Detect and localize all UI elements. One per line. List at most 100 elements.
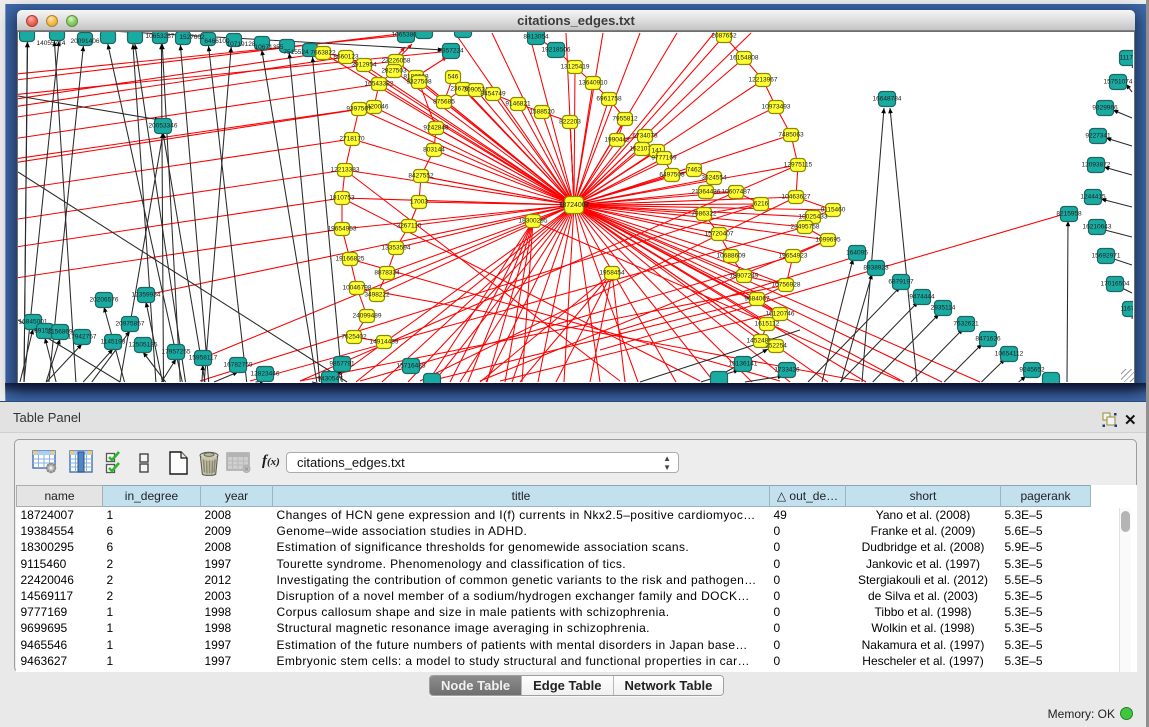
svg-text:2087652: 2087652 (711, 33, 737, 40)
svg-text:12213383: 12213383 (331, 167, 360, 174)
svg-text:9777169: 9777169 (651, 155, 677, 162)
svg-text:10607487: 10607487 (722, 189, 751, 196)
svg-text:15136141: 15136141 (729, 361, 758, 368)
svg-text:18724007: 18724007 (558, 202, 589, 209)
svg-text:3912954: 3912954 (351, 62, 377, 69)
svg-text:10463627: 10463627 (782, 194, 811, 201)
svg-text:12505135: 12505135 (129, 342, 158, 349)
svg-text:164095: 164095 (846, 250, 868, 257)
svg-text:17957255: 17957255 (162, 349, 191, 356)
svg-text:13125419: 13125419 (561, 64, 590, 71)
svg-text:8878334: 8878334 (374, 270, 400, 277)
svg-text:8813054: 8813054 (523, 34, 549, 41)
svg-text:252254: 252254 (765, 343, 787, 350)
svg-text:19654953: 19654953 (328, 226, 357, 233)
svg-text:12093872: 12093872 (1082, 162, 1111, 169)
svg-text:16782759: 16782759 (224, 362, 253, 369)
svg-text:20206576: 20206576 (90, 297, 119, 304)
svg-text:15958117: 15958117 (189, 355, 218, 362)
svg-text:1990443: 1990443 (604, 137, 630, 144)
svg-text:7357224: 7357224 (438, 48, 464, 55)
svg-text:12359934: 12359934 (132, 292, 161, 299)
svg-text:10654112: 10654112 (995, 351, 1024, 358)
svg-text:18907249: 18907249 (730, 273, 759, 280)
svg-text:9329966: 9329966 (1092, 105, 1118, 112)
svg-text:23226058: 23226058 (382, 58, 411, 65)
svg-text:8454749: 8454749 (480, 91, 506, 98)
svg-text:9430547: 9430547 (317, 376, 343, 383)
svg-text:19218506: 19218506 (542, 47, 571, 54)
svg-text:12213967: 12213967 (749, 77, 778, 84)
svg-text:1099695: 1099695 (815, 237, 841, 244)
svg-text:16543382: 16543382 (365, 81, 394, 88)
svg-text:9245652: 9245652 (1019, 367, 1045, 374)
svg-text:9857791: 9857791 (329, 361, 355, 368)
svg-text:1615112: 1615112 (755, 321, 780, 328)
svg-text:1588520: 1588520 (529, 109, 555, 116)
svg-text:7955812: 7955812 (612, 116, 638, 123)
svg-text:13353594: 13353594 (382, 245, 411, 252)
svg-text:6734078: 6734078 (632, 133, 658, 140)
svg-text:14055714: 14055714 (37, 40, 66, 47)
svg-text:16648784: 16648784 (873, 96, 902, 103)
svg-text:12823446: 12823446 (251, 371, 280, 378)
svg-text:1733426: 1733426 (774, 367, 800, 374)
svg-text:23495758: 23495758 (791, 224, 820, 231)
svg-text:1145193: 1145193 (101, 339, 126, 346)
svg-text:9146821: 9146821 (505, 101, 531, 108)
svg-text:17016504: 17016504 (1101, 281, 1130, 288)
svg-text:9227341: 9227341 (1085, 133, 1111, 140)
svg-text:16154808: 16154808 (730, 55, 759, 62)
svg-text:7462: 7462 (687, 167, 702, 174)
svg-text:1958454: 1958454 (599, 270, 625, 277)
svg-text:1244415: 1244415 (1080, 194, 1106, 201)
svg-text:7663822: 7663822 (310, 50, 336, 57)
svg-text:1527602: 1527602 (179, 34, 205, 41)
svg-text:15692971: 15692971 (1092, 253, 1121, 260)
svg-text:15716485: 15716485 (397, 363, 426, 370)
svg-text:7632621: 7632621 (953, 321, 979, 328)
svg-text:822203: 822203 (559, 119, 581, 126)
svg-text:6879197: 6879197 (888, 279, 914, 286)
svg-text:15751074: 15751074 (1104, 79, 1133, 86)
svg-text:8215958: 8215958 (1056, 211, 1082, 218)
svg-text:6961758: 6961758 (596, 96, 622, 103)
svg-text:13640910: 13640910 (579, 80, 608, 87)
svg-text:7485063: 7485063 (778, 132, 804, 139)
svg-text:8471626: 8471626 (975, 336, 1001, 343)
svg-text:1810753: 1810753 (329, 195, 355, 202)
svg-text:19166825: 19166825 (336, 256, 365, 263)
svg-text:10046798: 10046798 (343, 285, 372, 292)
svg-text:10671355: 10671355 (255, 44, 284, 51)
svg-text:20091406: 20091406 (71, 38, 100, 45)
svg-text:18300295: 18300295 (519, 218, 548, 225)
svg-text:11170: 11170 (1119, 55, 1133, 62)
svg-text:17942757: 17942757 (68, 334, 97, 341)
svg-text:6216: 6216 (754, 201, 769, 208)
svg-text:9474444: 9474444 (909, 294, 935, 301)
svg-text:8427552: 8427552 (408, 173, 434, 180)
svg-text:10025433: 10025433 (799, 214, 828, 221)
svg-text:10688609: 10688609 (717, 253, 746, 260)
svg-text:2718170: 2718170 (339, 136, 365, 143)
svg-text:12975115: 12975115 (784, 162, 813, 169)
svg-text:17003: 17003 (410, 199, 428, 206)
svg-text:10973493: 10973493 (762, 104, 791, 111)
svg-text:3624554: 3624554 (701, 175, 727, 182)
svg-text:9242848: 9242848 (423, 125, 449, 132)
svg-text:875685: 875685 (433, 99, 455, 106)
svg-text:10653287: 10653287 (146, 33, 175, 40)
svg-text:9115460: 9115460 (821, 207, 846, 214)
svg-text:803144: 803144 (423, 147, 445, 154)
svg-text:2935114: 2935114 (931, 305, 956, 312)
svg-text:19654923: 19654923 (779, 253, 808, 260)
svg-text:8660123: 8660123 (333, 54, 359, 61)
svg-text:20053346: 20053346 (149, 123, 178, 130)
svg-text:7986322: 7986322 (691, 211, 717, 218)
svg-text:7515524: 7515524 (283, 49, 309, 56)
svg-text:3267110: 3267110 (397, 223, 422, 230)
svg-text:24099489: 24099489 (353, 313, 382, 320)
svg-text:9684067: 9684067 (744, 296, 770, 303)
svg-text:10719128: 10719128 (227, 41, 256, 48)
svg-text:9397567: 9397567 (346, 106, 372, 113)
